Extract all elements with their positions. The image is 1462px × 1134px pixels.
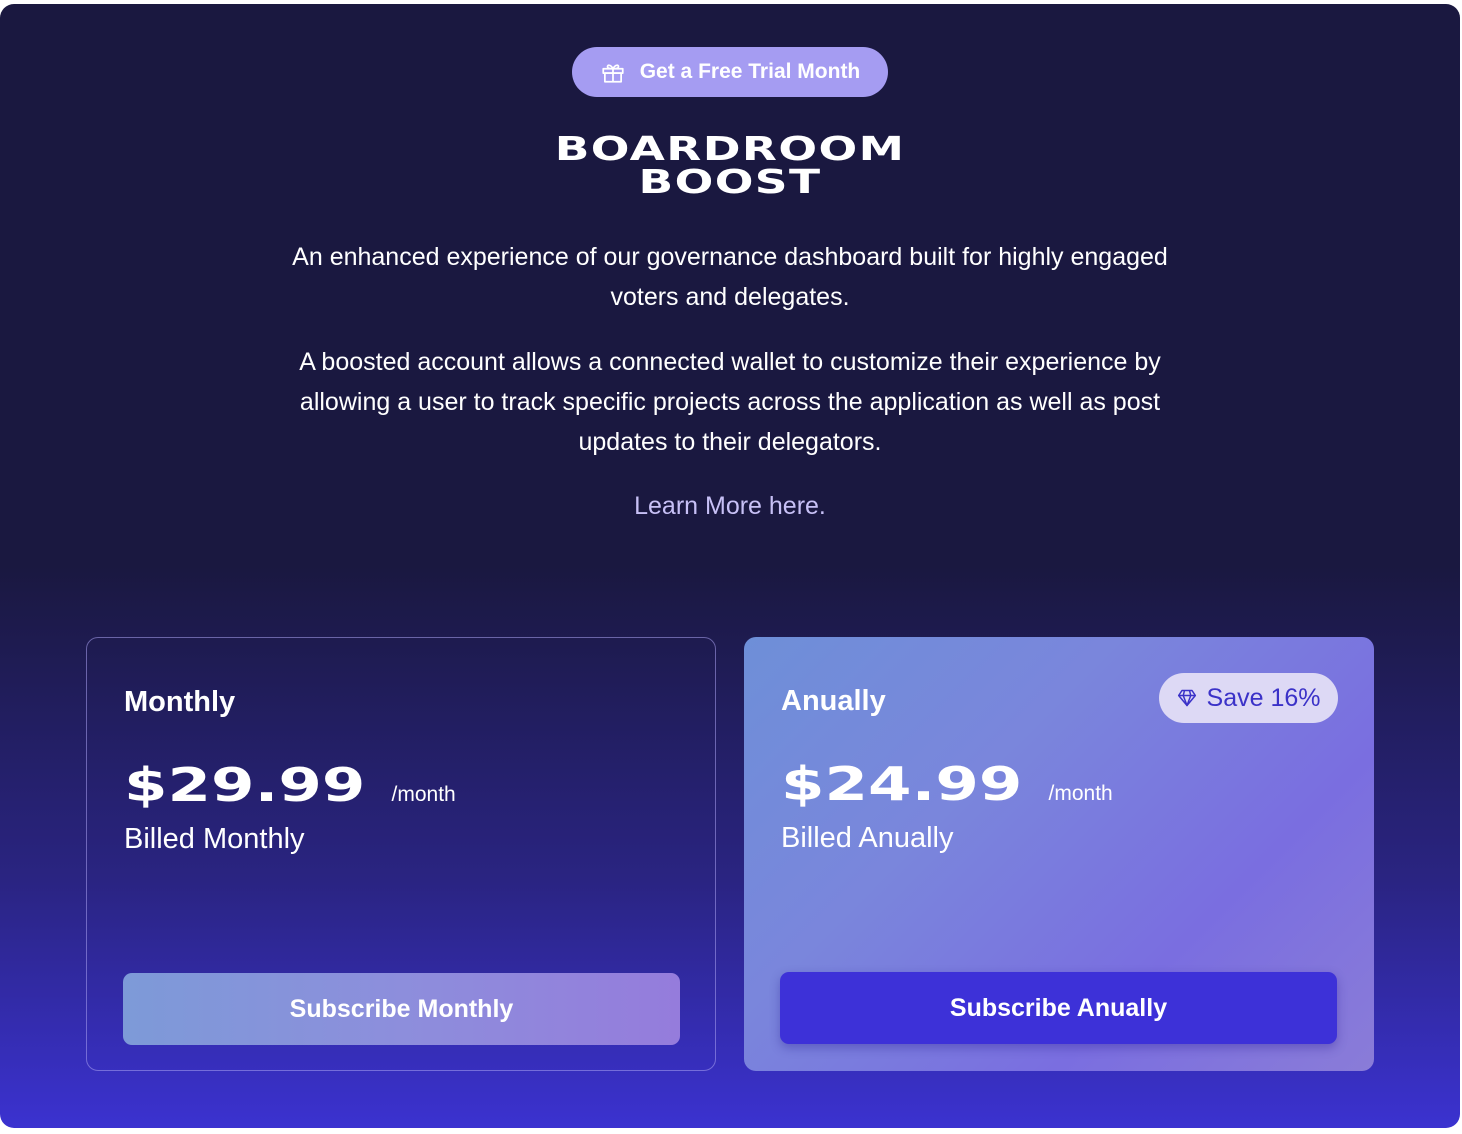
monthly-plan-card: Monthly $29.99/month Billed Monthly Subs… <box>86 637 716 1071</box>
save-badge: Save 16% <box>1159 673 1338 723</box>
billing-note: Billed Monthly <box>124 823 305 855</box>
price-period: /month <box>391 783 456 806</box>
gem-icon <box>1177 689 1196 707</box>
brand-title-line2: BOOST <box>638 162 822 201</box>
free-trial-button[interactable]: Get a Free Trial Month <box>572 47 888 97</box>
save-badge-label: Save 16% <box>1206 683 1321 712</box>
price-row: $24.99/month <box>781 759 1113 809</box>
description-paragraph-1: An enhanced experience of our governance… <box>292 243 1168 311</box>
plan-title: Anually <box>781 685 886 717</box>
plan-price: $29.99 <box>124 758 366 812</box>
billing-note: Billed Anually <box>781 822 954 854</box>
boost-panel: Get a Free Trial Month BOARDROOM BOOST A… <box>0 4 1460 1128</box>
annual-plan-card: Anually Save 16% $24.99/month Billed Anu… <box>744 637 1374 1071</box>
subscribe-monthly-button[interactable]: Subscribe Monthly <box>123 973 680 1045</box>
brand-title-line1: BOARDROOM <box>554 129 906 168</box>
learn-more-link[interactable]: Learn More here. <box>0 486 1460 526</box>
description-paragraph-2: A boosted account allows a connected wal… <box>299 348 1161 456</box>
plan-title: Monthly <box>124 686 236 718</box>
subscribe-annually-button[interactable]: Subscribe Anually <box>780 972 1337 1044</box>
free-trial-label: Get a Free Trial Month <box>639 60 861 83</box>
price-period: /month <box>1048 782 1113 805</box>
gift-icon <box>602 64 624 83</box>
plan-price: $24.99 <box>781 757 1023 811</box>
price-row: $29.99/month <box>124 760 456 810</box>
